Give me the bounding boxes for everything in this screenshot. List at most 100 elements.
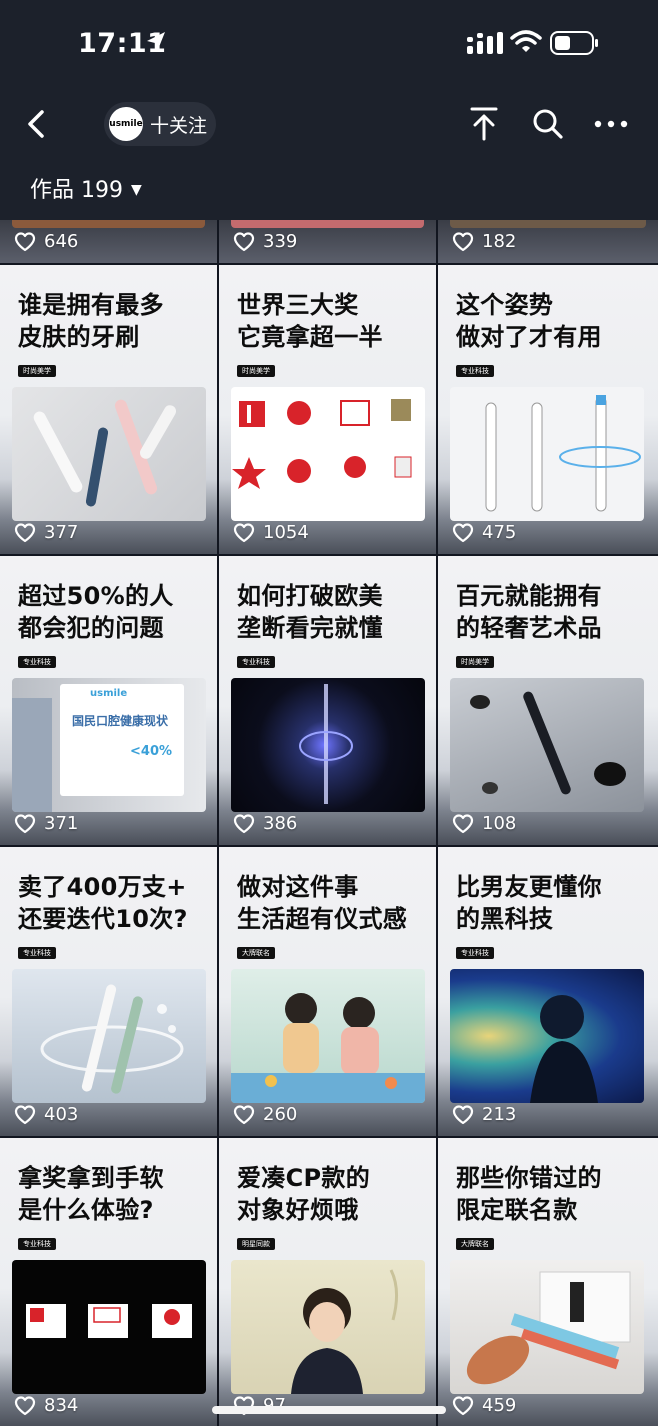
dropdown-triangle-icon: ▼ (131, 182, 142, 198)
heart-icon (14, 522, 36, 542)
like-count-value: 834 (44, 1395, 79, 1416)
slide-brand: usmile (90, 688, 128, 699)
share-icon[interactable] (468, 106, 500, 142)
video-tag: 时尚美学 (456, 656, 494, 668)
heart-icon (14, 1104, 36, 1124)
video-card[interactable]: 百元就能拥有 的轻奢艺术品 时尚美学 108 (438, 556, 658, 845)
video-thumbnail (450, 678, 644, 812)
video-card-partial[interactable]: 339 (219, 220, 436, 263)
profile-header: usmile 十关注 作品 199 ▼ (0, 86, 658, 220)
like-count-value: 1054 (263, 522, 309, 543)
video-card[interactable]: 世界三大奖 它竟拿超一半 时尚美学 1054 (219, 265, 436, 554)
video-tag: 专业科技 (456, 947, 494, 959)
like-count-value: 646 (44, 231, 79, 252)
like-count-value: 371 (44, 813, 79, 834)
like-count: 403 (14, 1104, 78, 1125)
signal-icon (467, 32, 503, 54)
video-tag: 大牌联名 (237, 947, 275, 959)
like-count: 1054 (233, 522, 309, 543)
back-button[interactable] (20, 106, 56, 142)
like-count-value: 182 (482, 231, 517, 252)
video-card[interactable]: 如何打破欧美 垄断看完就懂 专业科技 386 (219, 556, 436, 845)
video-thumbnail (450, 969, 644, 1103)
video-title: 世界三大奖 它竟拿超一半 (237, 291, 383, 351)
heart-icon (452, 522, 474, 542)
video-card[interactable]: 那些你错过的 限定联名款 大牌联名 459 (438, 1138, 658, 1426)
works-tab[interactable]: 作品 199 ▼ (30, 172, 142, 204)
heart-icon (452, 231, 474, 251)
home-indicator[interactable] (212, 1406, 446, 1414)
video-card[interactable]: 做对这件事 生活超有仪式感 大牌联名 260 (219, 847, 436, 1136)
heart-icon (233, 522, 255, 542)
video-tag: 时尚美学 (18, 365, 56, 377)
battery-icon (550, 31, 598, 55)
like-count-value: 213 (482, 1104, 517, 1125)
like-count-value: 108 (482, 813, 517, 834)
video-card-partial[interactable]: 182 (438, 220, 658, 263)
video-thumbnail (450, 220, 646, 228)
video-tag: 时尚美学 (237, 365, 275, 377)
like-count-value: 386 (263, 813, 298, 834)
like-count-value: 459 (482, 1395, 517, 1416)
heart-icon (14, 813, 36, 833)
video-title: 超过50%的人 都会犯的问题 (18, 582, 174, 642)
video-tag: 专业科技 (456, 365, 494, 377)
heart-icon (452, 1395, 474, 1415)
heart-icon (452, 1104, 474, 1124)
video-thumbnail (231, 678, 425, 812)
video-title: 百元就能拥有 的轻奢艺术品 (456, 582, 602, 642)
video-tag: 专业科技 (18, 656, 56, 668)
video-tag: 大牌联名 (456, 1238, 494, 1250)
video-card[interactable]: 这个姿势 做对了才有用 专业科技 475 (438, 265, 658, 554)
video-grid: 646 339 182 谁是拥有最多 皮肤的牙刷 时尚美学 377 世界三大奖 … (0, 220, 658, 1426)
video-title: 比男友更懂你 的黑科技 (456, 873, 602, 933)
like-count: 459 (452, 1395, 516, 1416)
video-card[interactable]: 比男友更懂你 的黑科技 专业科技 213 (438, 847, 658, 1136)
like-count-value: 475 (482, 522, 517, 543)
follow-button[interactable]: usmile 十关注 (104, 102, 216, 146)
status-bar: 17:11 (0, 0, 658, 86)
heart-icon (233, 813, 255, 833)
like-count: 646 (14, 231, 78, 252)
like-count-value: 339 (263, 231, 298, 252)
video-tag: 明星同款 (237, 1238, 275, 1250)
video-card[interactable]: 拿奖拿到手软 是什么体验? 专业科技 834 (0, 1138, 217, 1426)
video-title: 那些你错过的 限定联名款 (456, 1164, 602, 1224)
like-count: 386 (233, 813, 297, 834)
video-title: 拿奖拿到手软 是什么体验? (18, 1164, 164, 1224)
video-thumbnail (231, 969, 425, 1103)
video-card-partial[interactable]: 646 (0, 220, 217, 263)
more-options-icon[interactable] (594, 108, 628, 140)
video-tag: 专业科技 (237, 656, 275, 668)
video-thumbnail (12, 220, 205, 228)
video-title: 做对这件事 生活超有仪式感 (237, 873, 408, 933)
like-count: 371 (14, 813, 78, 834)
like-count-value: 403 (44, 1104, 79, 1125)
like-count: 213 (452, 1104, 516, 1125)
video-thumbnail (450, 1260, 644, 1394)
video-title: 如何打破欧美 垄断看完就懂 (237, 582, 383, 642)
video-title: 这个姿势 做对了才有用 (456, 291, 602, 351)
search-icon[interactable] (532, 108, 564, 140)
heart-icon (233, 1104, 255, 1124)
video-card[interactable]: 卖了400万支+ 还要迭代10次? 专业科技 403 (0, 847, 217, 1136)
like-count-value: 260 (263, 1104, 298, 1125)
brand-logo: usmile (109, 107, 143, 141)
video-card[interactable]: 超过50%的人 都会犯的问题 专业科技 usmile 国民口腔健康现状 <40% … (0, 556, 217, 845)
slide-heading: 国民口腔健康现状 (72, 714, 169, 728)
video-thumbnail (231, 220, 424, 228)
heart-icon (233, 231, 255, 251)
video-thumbnail (231, 387, 425, 521)
video-card[interactable]: 爱凑CP款的对象好烦哦 明星同款 97 (219, 1138, 436, 1426)
heart-icon (14, 231, 36, 251)
video-title: 谁是拥有最多 皮肤的牙刷 (18, 291, 164, 351)
like-count: 339 (233, 231, 297, 252)
like-count-value: 377 (44, 522, 79, 543)
like-count: 260 (233, 1104, 297, 1125)
video-card[interactable]: 谁是拥有最多 皮肤的牙刷 时尚美学 377 (0, 265, 217, 554)
like-count: 475 (452, 522, 516, 543)
like-count: 834 (14, 1395, 78, 1416)
like-count: 182 (452, 231, 516, 252)
heart-icon (452, 813, 474, 833)
wifi-icon (510, 30, 542, 52)
